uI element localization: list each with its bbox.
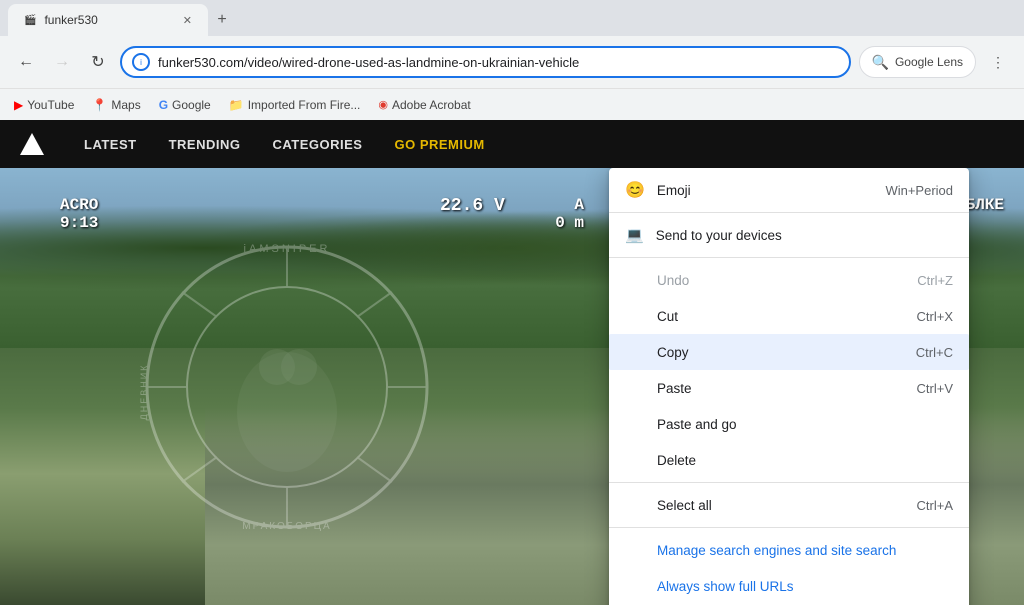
menu-label: Emoji: [657, 183, 874, 198]
bookmark-imported[interactable]: 📁 Imported From Fire...: [229, 98, 361, 112]
menu-label: Paste and go: [657, 417, 953, 432]
address-bar[interactable]: i funker530.com/video/wired-drone-used-a…: [120, 46, 851, 78]
menu-item-delete[interactable]: Delete: [609, 442, 969, 478]
bookmark-acrobat[interactable]: ◉ Adobe Acrobat: [378, 98, 470, 112]
menu-shortcut: Win+Period: [885, 183, 953, 198]
main-content: iAMSNIPER МРАКОБОРЦА ДНЕВНИК ACRO 9:13 2…: [0, 168, 1024, 605]
reload-button[interactable]: ↻: [84, 48, 112, 76]
menu-item-select-all[interactable]: Select all Ctrl+A: [609, 487, 969, 523]
menu-item-manage-search[interactable]: Manage search engines and site search: [609, 532, 969, 568]
menu-shortcut: Ctrl+C: [916, 345, 953, 360]
svg-text:МРАКОБОРЦА: МРАКОБОРЦА: [242, 521, 331, 532]
menu-label: Delete: [657, 453, 953, 468]
menu-label: Always show full URLs: [657, 579, 953, 594]
bookmark-label: Google: [172, 98, 211, 112]
bookmarks-bar: ▶ YouTube 📍 Maps G Google 📁 Imported Fro…: [0, 88, 1024, 120]
hud-distance: 0 m: [555, 214, 584, 232]
menu-item-show-urls[interactable]: Always show full URLs: [609, 568, 969, 604]
svg-text:ДНЕВНИК: ДНЕВНИК: [139, 363, 149, 420]
url-text: funker530.com/video/wired-drone-used-as-…: [158, 55, 839, 70]
lens-icon: 🔍: [872, 54, 889, 71]
menu-item-copy[interactable]: Copy Ctrl+C: [609, 334, 969, 370]
bookmark-youtube[interactable]: ▶ YouTube: [14, 98, 74, 112]
hud-acro: ACRO 9:13: [60, 196, 98, 232]
menu-label: Cut: [657, 309, 905, 324]
menu-divider: [609, 257, 969, 258]
menu-shortcut: Ctrl+X: [917, 309, 953, 324]
context-menu: 😊 Emoji Win+Period 💻 Send to your device…: [609, 168, 969, 605]
lens-label: Google Lens: [895, 55, 963, 69]
nav-item-latest[interactable]: LATEST: [84, 137, 137, 152]
menu-label: Manage search engines and site search: [657, 543, 953, 558]
send-icon: 💻: [625, 226, 644, 244]
new-tab-button[interactable]: +: [208, 6, 236, 34]
security-icon: i: [132, 53, 150, 71]
acrobat-icon: ◉: [378, 98, 388, 111]
hud-right: A 0 m: [555, 196, 584, 232]
menu-label: Paste: [657, 381, 905, 396]
hud-time: 9:13: [60, 214, 98, 232]
nav-item-trending[interactable]: TRENDING: [169, 137, 241, 152]
svg-text:iAMSNIPER: iAMSNIPER: [243, 243, 330, 255]
menu-divider: [609, 482, 969, 483]
menu-label: Undo: [657, 273, 905, 288]
menu-item-paste-and-go[interactable]: Paste and go: [609, 406, 969, 442]
active-tab[interactable]: 🎬 funker530 ✕: [8, 4, 208, 36]
youtube-icon: ▶: [14, 98, 23, 112]
hud-voltage: 22.6 V: [440, 196, 505, 216]
tab-bar: 🎬 funker530 ✕ +: [0, 0, 1024, 36]
browser-chrome: 🎬 funker530 ✕ + ← → ↻ i funker530.com/vi…: [0, 0, 1024, 88]
tab-title: funker530: [44, 13, 174, 27]
menu-divider: [609, 212, 969, 213]
hud-mode: ACRO: [60, 196, 98, 214]
bookmark-google[interactable]: G Google: [159, 98, 211, 112]
watermark-circle: iAMSNIPER МРАКОБОРЦА ДНЕВНИК: [137, 237, 437, 537]
bookmark-label: Imported From Fire...: [248, 98, 361, 112]
forward-button[interactable]: →: [48, 48, 76, 76]
bookmark-label: Adobe Acrobat: [392, 98, 471, 112]
menu-shortcut: Ctrl+V: [917, 381, 953, 396]
hud-cyrillic: БЛКЕ: [966, 196, 1004, 214]
bookmark-maps[interactable]: 📍 Maps: [92, 98, 140, 112]
extensions-button[interactable]: ⋮: [984, 48, 1012, 76]
menu-item-paste[interactable]: Paste Ctrl+V: [609, 370, 969, 406]
menu-item-send-to-devices[interactable]: 💻 Send to your devices: [609, 217, 969, 253]
address-bar-row: ← → ↻ i funker530.com/video/wired-drone-…: [0, 36, 1024, 88]
menu-item-cut[interactable]: Cut Ctrl+X: [609, 298, 969, 334]
menu-shortcut: Ctrl+A: [917, 498, 953, 513]
menu-shortcut: Ctrl+Z: [917, 273, 953, 288]
menu-label: Send to your devices: [656, 228, 953, 243]
folder-icon: 📁: [229, 98, 244, 112]
emoji-icon: 😊: [625, 180, 645, 200]
maps-icon: 📍: [92, 98, 107, 112]
google-icon: G: [159, 98, 168, 112]
bookmark-label: YouTube: [27, 98, 74, 112]
nav-item-categories[interactable]: CATEGORIES: [272, 137, 362, 152]
google-lens-button[interactable]: 🔍 Google Lens: [859, 46, 977, 78]
bookmark-label: Maps: [111, 98, 140, 112]
site-navigation: LATEST TRENDING CATEGORIES GO PREMIUM: [0, 120, 1024, 168]
menu-item-emoji[interactable]: 😊 Emoji Win+Period: [609, 172, 969, 208]
hud-voltage-value: 22.6 V: [440, 196, 505, 216]
menu-label: Copy: [657, 345, 904, 360]
tab-favicon: 🎬: [24, 15, 36, 26]
menu-item-undo[interactable]: Undo Ctrl+Z: [609, 262, 969, 298]
tab-close-icon[interactable]: ✕: [183, 14, 192, 27]
cyrillic-text: БЛКЕ: [966, 196, 1004, 214]
menu-label: Select all: [657, 498, 905, 513]
nav-item-premium[interactable]: GO PREMIUM: [394, 137, 484, 152]
menu-divider: [609, 527, 969, 528]
hud-letter: A: [555, 196, 584, 214]
back-button[interactable]: ←: [12, 48, 40, 76]
site-logo: [20, 133, 44, 155]
